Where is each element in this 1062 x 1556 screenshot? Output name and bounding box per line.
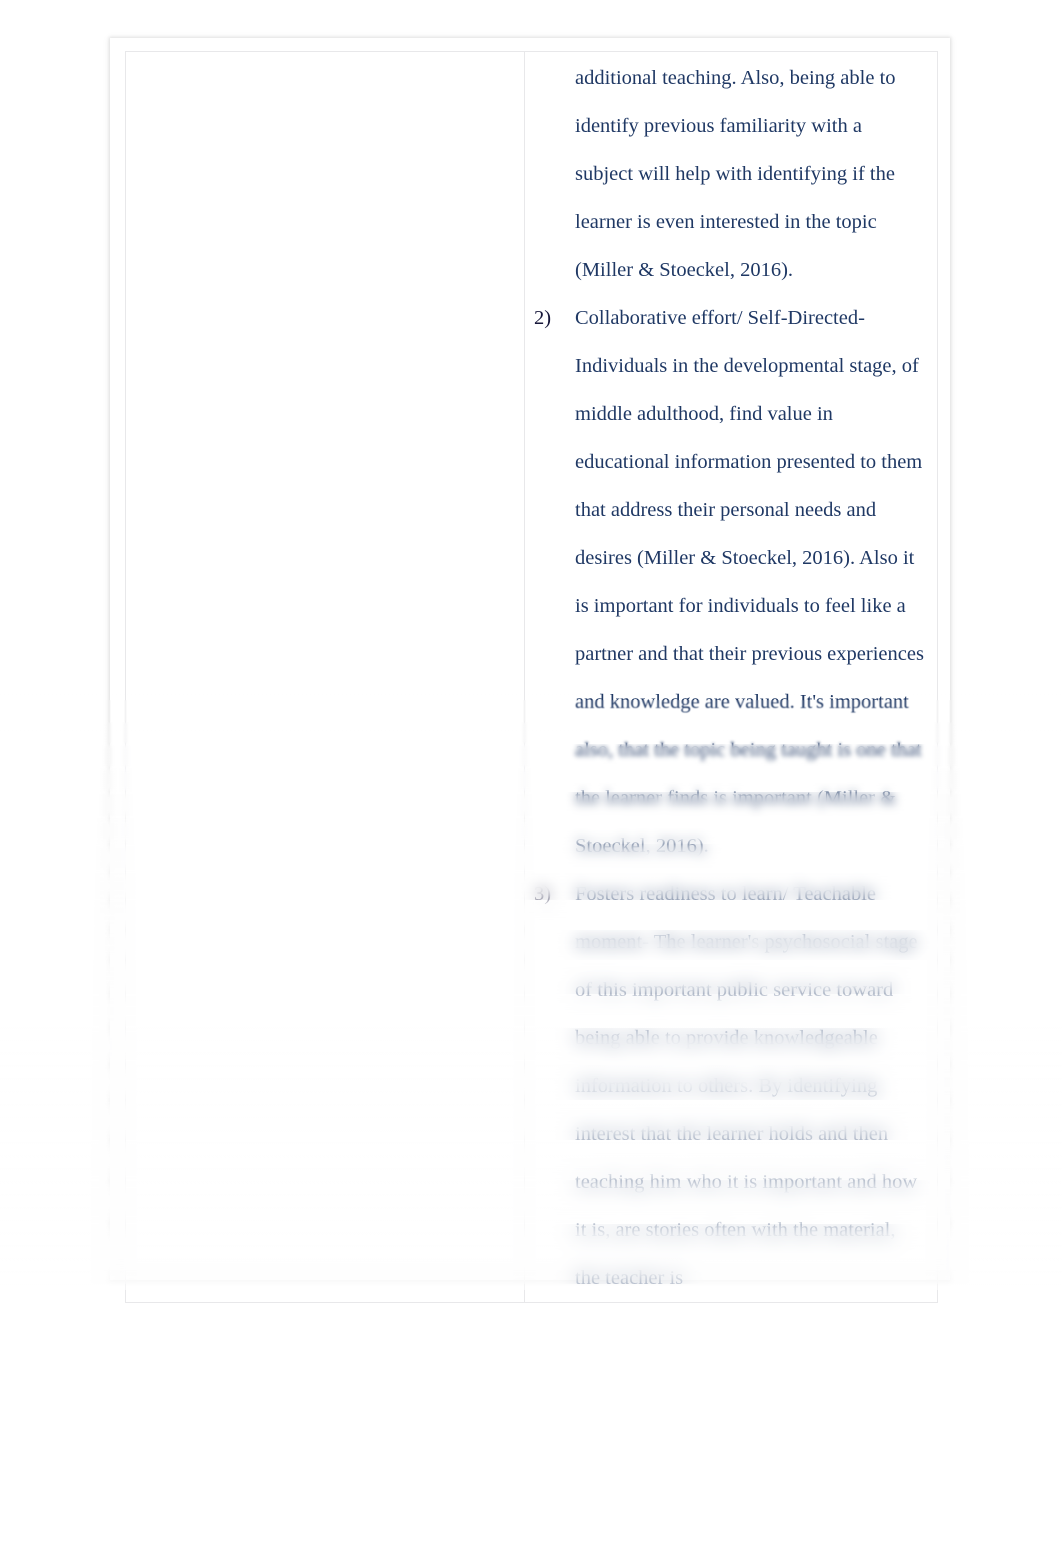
table-row: additional teaching. Also, being able to… (125, 51, 938, 1303)
list-item-text: Fosters readiness to learn/ Teachable mo… (575, 883, 918, 1289)
right-cell-content: additional teaching. Also, being able to… (525, 52, 937, 1302)
document-page: additional teaching. Also, being able to… (110, 38, 950, 1303)
list-item-text: Collaborative effort/ Self-Directed- Ind… (575, 307, 924, 857)
list-marker: 3) (534, 883, 552, 905)
list-marker: 2) (534, 307, 552, 329)
left-cell-content (126, 52, 524, 58)
list-item: 2) Collaborative effort/ Self-Directed- … (534, 294, 925, 870)
list-item: 3) Fosters readiness to learn/ Teachable… (534, 870, 925, 1302)
lead-paragraph: additional teaching. Also, being able to… (575, 67, 896, 281)
table-cell-left (125, 51, 525, 1303)
table-cell-right: additional teaching. Also, being able to… (524, 51, 938, 1303)
content-table: additional teaching. Also, being able to… (125, 51, 938, 1303)
numbered-list: 2) Collaborative effort/ Self-Directed- … (533, 294, 925, 1302)
